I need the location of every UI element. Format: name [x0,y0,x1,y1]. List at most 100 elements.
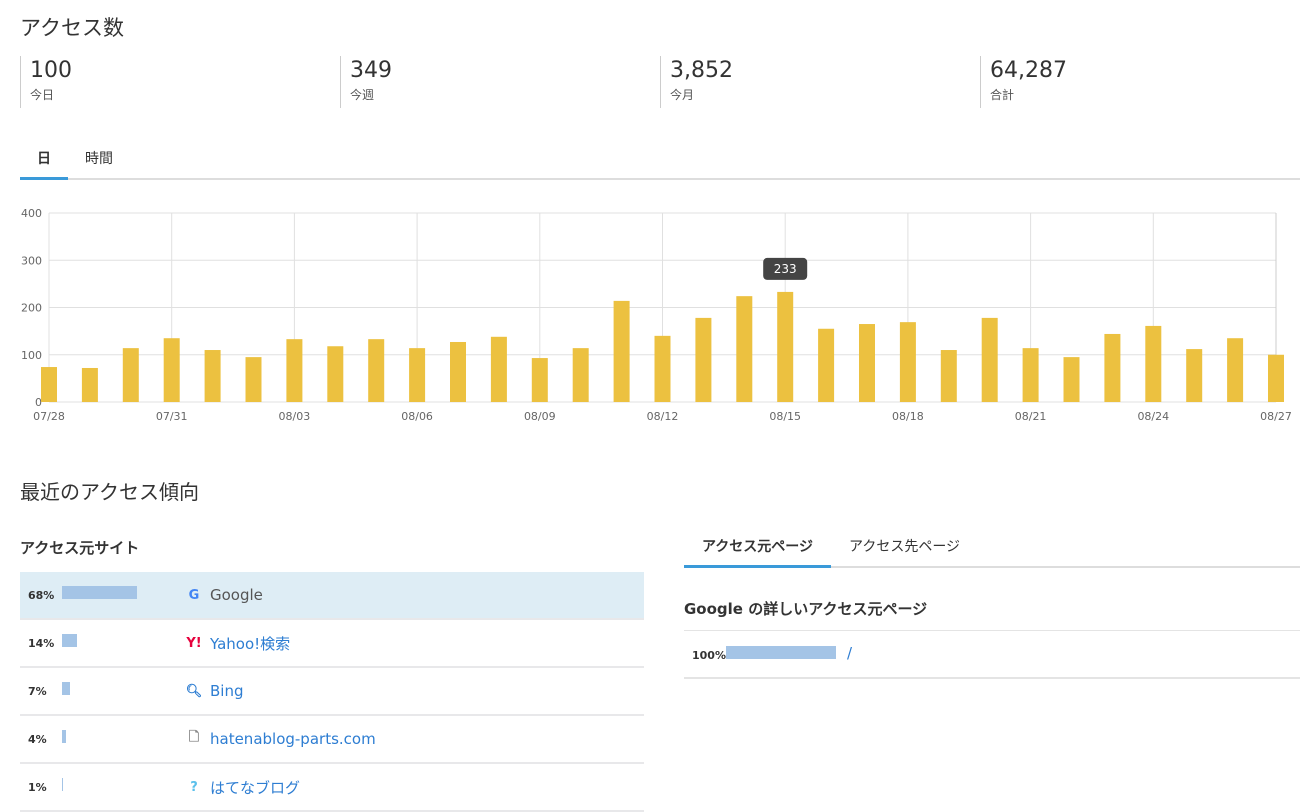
document-icon: 🗋 [188,730,200,745]
bar-08/05 [368,339,385,402]
bar-08/17 [859,324,875,402]
stat-total: 64,287 合計 [980,56,1300,108]
y-tick-label: 400 [21,207,42,220]
source-pct: 4% [28,732,47,746]
bar-08/27 [1268,354,1284,402]
bar-08/16 [818,328,835,402]
bar-07/28 [41,367,57,402]
detail-bar [726,646,836,659]
source-link[interactable]: はてなブログ [210,777,300,798]
x-tick-label: 08/12 [647,410,679,423]
source-row[interactable]: 14% Y! Yahoo!検索 [20,620,644,668]
sources-title: アクセス元サイト [20,539,140,557]
hatena-icon: ? [190,779,198,795]
google-icon: G [188,587,200,603]
source-row[interactable]: 4% 🗋 hatenablog-parts.com [20,716,644,764]
trend-title: 最近のアクセス傾向 [20,480,199,504]
x-tick-label: 08/21 [1015,410,1047,423]
tab-hour[interactable]: 時間 [68,140,130,178]
page-tabs: アクセス元ページ アクセス先ページ [684,528,1300,568]
source-bar [62,586,137,599]
tab-landing-pages[interactable]: アクセス先ページ [831,528,978,566]
bar-08/02 [245,357,262,402]
tab-day[interactable]: 日 [20,140,68,180]
source-bar [62,682,70,695]
x-tick-label: 08/18 [892,410,924,423]
stat-value: 349 [350,58,392,83]
stat-month: 3,852 今月 [660,56,980,108]
y-tick-label: 100 [21,349,42,362]
source-bar [62,634,78,647]
source-row[interactable]: 7% 🔍︎ Bing [20,668,644,716]
x-tick-label: 08/24 [1137,410,1169,423]
source-link[interactable]: Bing [210,682,244,700]
stat-value: 64,287 [990,58,1067,83]
bar-08/20 [981,317,998,402]
bar-08/07 [450,341,466,402]
x-tick-label: 08/06 [401,410,433,423]
bar-08/24 [1145,325,1162,402]
source-link[interactable]: Yahoo!検索 [210,633,290,654]
source-pct: 7% [28,684,47,698]
stat-label: 今週 [350,88,375,102]
detail-pct: 100% [692,649,726,662]
source-pct: 14% [28,636,55,650]
source-pct: 68% [28,588,55,602]
page-title: アクセス数 [20,16,124,40]
bar-08/06 [409,348,426,402]
bar-08/03 [286,339,303,402]
detail-link[interactable]: / [847,644,852,662]
bar-08/12 [654,335,671,402]
tab-referrer-pages[interactable]: アクセス元ページ [684,528,832,568]
stat-today: 100 今日 [20,56,340,108]
source-bar [62,730,67,743]
bar-08/21 [1022,348,1039,402]
bar-08/22 [1063,357,1080,402]
source-list: 68% G Google 14% Y! Yahoo!検索 7% 🔍︎ Bing 4% 🗋 hatena… [20,572,644,812]
bar-07/29 [81,367,98,402]
detail-title: Google の詳しいアクセス元ページ [684,600,928,618]
bar-08/19 [940,350,957,402]
chart-tabs: 日 時間 [20,140,1300,180]
y-tick-label: 300 [21,254,42,267]
yahoo-icon: Y! [186,635,202,651]
x-tick-label: 07/31 [156,410,188,423]
bar-08/13 [695,317,712,402]
stat-week: 349 今週 [340,56,660,108]
source-link[interactable]: Google [210,586,263,604]
x-tick-label: 08/03 [279,410,311,423]
bar-07/31 [163,338,180,402]
search-icon: 🔍︎ [185,683,203,699]
y-tick-label: 0 [35,396,42,409]
x-tick-label: 08/27 [1260,410,1292,423]
bar-08/14 [736,296,753,402]
bar-08/11 [613,300,630,402]
x-tick-label: 07/28 [33,410,65,423]
bar-08/09 [531,358,548,402]
bar-08/15 [777,291,794,402]
bar-08/18 [899,322,916,402]
bar-08/10 [572,348,589,402]
y-tick-label: 200 [21,302,42,315]
bar-08/01 [204,350,221,402]
stat-label: 合計 [990,88,1015,102]
bar-08/04 [327,346,344,402]
source-link[interactable]: hatenablog-parts.com [210,730,376,748]
x-tick-label: 08/09 [524,410,556,423]
bar-08/08 [490,336,507,402]
source-row[interactable]: 1%? はてなブログ [20,764,644,812]
stat-label: 今日 [30,88,55,102]
tooltip-text: 233 [774,262,797,276]
source-bar [62,778,64,791]
stat-label: 今月 [670,88,695,102]
detail-row[interactable]: 100% / [684,630,1300,679]
source-row[interactable]: 68% G Google [20,572,644,620]
stat-value: 3,852 [670,58,733,83]
bar-08/23 [1104,333,1121,402]
bar-07/30 [122,348,139,402]
x-tick-label: 08/15 [769,410,801,423]
stats: 100 今日 349 今週 3,852 今月 64,287 合計 [20,56,1300,108]
bar-08/26 [1227,338,1244,402]
stat-value: 100 [30,58,72,83]
daily-access-chart: 0 100 200 300 400 07/28 07/31 08/03 08/06 08/09 08… [21,207,1292,423]
